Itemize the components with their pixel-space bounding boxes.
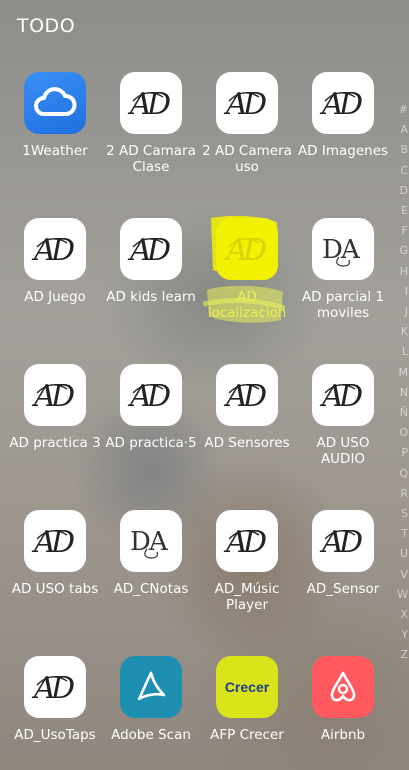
app-ad-music-player[interactable]: AD AD_Músic Player (199, 510, 295, 613)
alphabet-index-letter[interactable]: X (397, 605, 409, 625)
app-label: AD USO AUDIO (316, 435, 370, 467)
app-drawer-screen: TODO 1Weather AD 2 AD Camara Clase AD 2 … (0, 0, 409, 770)
ad-logo-icon: AD (24, 218, 86, 280)
app-label: AD Juego (24, 289, 86, 305)
ad-logo-icon: AD (312, 364, 374, 426)
alphabet-index-letter[interactable]: F (397, 221, 409, 241)
app-label: Airbnb (320, 727, 366, 743)
alphabet-index-letter[interactable]: S (397, 504, 409, 524)
app-ad-kids-learn[interactable]: AD AD kids learn (103, 218, 199, 305)
alphabet-index-letter[interactable]: T (397, 524, 409, 544)
app-label: 2 AD Camara Clase (106, 143, 196, 175)
alphabet-index-letter[interactable]: A (397, 120, 409, 140)
svg-text:A: A (340, 235, 361, 265)
alphabet-index-letter[interactable]: Y (397, 625, 409, 645)
ad-logo-icon: AD (120, 72, 182, 134)
app-label: AD practica 3 (9, 435, 101, 451)
app-afp-crecer[interactable]: Crecer AFP Crecer (199, 656, 295, 743)
app-label: AD_UsoTaps (14, 727, 96, 743)
app-ad-parcial-1-moviles[interactable]: D A AD parcial 1 moviles (295, 218, 391, 321)
app-ad-uso-audio[interactable]: AD AD USO AUDIO (295, 364, 391, 467)
app-label: 1Weather (22, 143, 88, 159)
app-label: 2 AD Camera uso (202, 143, 292, 175)
ad-logo-icon: AD (216, 218, 278, 280)
alphabet-index-letter[interactable]: K (397, 322, 409, 342)
dca-logo-icon: D A (120, 510, 182, 572)
alphabet-index-letter[interactable]: R (397, 484, 409, 504)
app-label: AD parcial 1 moviles (301, 289, 385, 321)
alphabet-index-letter[interactable]: J (397, 302, 409, 322)
app-ad-sensores[interactable]: AD AD Sensores (199, 364, 295, 451)
ad-logo-icon: AD (216, 364, 278, 426)
app-ad-practica-5[interactable]: AD AD practica·5 (103, 364, 199, 451)
app-adobe-scan[interactable]: Adobe Scan (103, 656, 199, 743)
alphabet-index-bar[interactable]: # A B C D E F G H I J K L M N Ñ O P Q R S T U V W X Y Z (397, 100, 409, 685)
alphabet-index-letter[interactable]: Ñ (397, 403, 409, 423)
app-label: AD_Sensor (306, 581, 380, 597)
alphabet-index-letter[interactable]: E (397, 201, 409, 221)
dca-logo-icon: D A (312, 218, 374, 280)
app-ad-imagenes[interactable]: AD AD Imagenes (295, 72, 391, 159)
alphabet-index-letter[interactable]: V (397, 565, 409, 585)
ad-logo-icon: AD (216, 510, 278, 572)
svg-text:D: D (130, 527, 151, 557)
adobe-scan-icon (120, 656, 182, 718)
alphabet-index-letter[interactable]: N (397, 383, 409, 403)
app-label: AD Sensores (204, 435, 290, 451)
alphabet-index-letter[interactable]: H (397, 262, 409, 282)
alphabet-index-letter[interactable]: L (397, 342, 409, 362)
app-label: Adobe Scan (111, 727, 191, 743)
ad-logo-icon: AD (24, 510, 86, 572)
ad-logo-icon: AD (312, 72, 374, 134)
alphabet-index-letter[interactable]: D (397, 181, 409, 201)
ad-logo-icon: AD (312, 510, 374, 572)
alphabet-index-letter[interactable]: O (397, 423, 409, 443)
app-label: AD_Músic Player (214, 581, 280, 613)
alphabet-index-letter[interactable]: B (397, 140, 409, 160)
app-label: AD localizacion (207, 289, 287, 321)
alphabet-index-letter[interactable]: W (397, 585, 409, 605)
ad-logo-icon: AD (120, 218, 182, 280)
alphabet-index-letter[interactable]: G (397, 241, 409, 261)
alphabet-index-letter[interactable]: C (397, 161, 409, 181)
app-label: AFP Crecer (210, 727, 284, 743)
afp-crecer-icon: Crecer (216, 656, 278, 718)
app-label: AD Imagenes (297, 143, 389, 159)
ad-logo-icon: AD (216, 72, 278, 134)
app-2-ad-camara-clase[interactable]: AD 2 AD Camara Clase (103, 72, 199, 175)
alphabet-index-letter[interactable]: Z (397, 645, 409, 665)
app-ad-cnotas[interactable]: D A AD_CNotas (103, 510, 199, 597)
app-ad-uso-tabs[interactable]: AD AD USO tabs (7, 510, 103, 597)
airbnb-icon (312, 656, 374, 718)
alphabet-index-letter[interactable]: Q (397, 464, 409, 484)
alphabet-index-letter[interactable]: M (397, 363, 409, 383)
app-ad-localizacion[interactable]: AD AD localizacion (199, 218, 295, 321)
alphabet-index-letter[interactable]: I (397, 282, 409, 302)
crecer-logo-text: Crecer (224, 679, 270, 695)
app-ad-juego[interactable]: AD AD Juego (7, 218, 103, 305)
alphabet-index-letter[interactable]: P (397, 443, 409, 463)
app-2-ad-camera-uso[interactable]: AD 2 AD Camera uso (199, 72, 295, 175)
ad-logo-icon: AD (24, 656, 86, 718)
app-ad-practica-3[interactable]: AD AD practica 3 (7, 364, 103, 451)
svg-text:D: D (322, 235, 343, 265)
app-ad-usotaps[interactable]: AD AD_UsoTaps (7, 656, 103, 743)
alphabet-index-letter[interactable]: # (397, 100, 409, 120)
app-ad-sensor[interactable]: AD AD_Sensor (295, 510, 391, 597)
ad-logo-icon: AD (24, 364, 86, 426)
alphabet-index-letter[interactable]: U (397, 544, 409, 564)
weather-cloud-icon (24, 72, 86, 134)
app-label: AD practica·5 (105, 435, 197, 451)
ad-logo-icon: AD (120, 364, 182, 426)
svg-text:A: A (148, 527, 169, 557)
app-1weather[interactable]: 1Weather (7, 72, 103, 159)
app-label: AD kids learn (106, 289, 196, 305)
app-label: AD USO tabs (11, 581, 99, 597)
app-airbnb[interactable]: Airbnb (295, 656, 391, 743)
app-grid: 1Weather AD 2 AD Camara Clase AD 2 AD Ca… (0, 0, 395, 770)
app-label: AD_CNotas (113, 581, 189, 597)
